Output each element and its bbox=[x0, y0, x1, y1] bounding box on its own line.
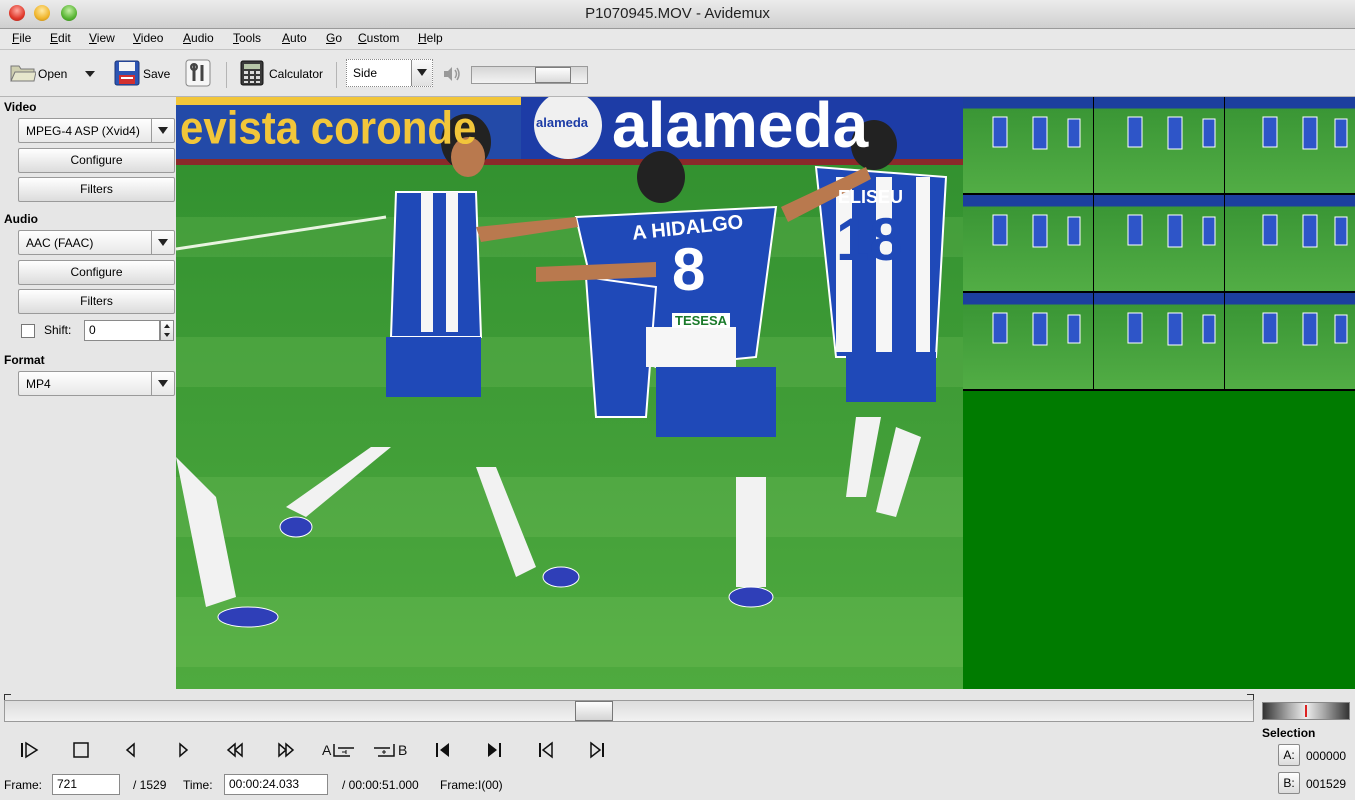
shift-checkbox[interactable] bbox=[21, 324, 35, 338]
audio-section-heading: Audio bbox=[4, 212, 38, 226]
play-filtered-icon[interactable] bbox=[17, 738, 43, 762]
menu-file[interactable]: File bbox=[12, 31, 31, 45]
jersey-8-number: 8 bbox=[672, 236, 706, 303]
volume-speaker-icon bbox=[442, 66, 462, 82]
frame-input[interactable]: 721 bbox=[52, 774, 120, 795]
format-select[interactable]: MP4 bbox=[18, 371, 175, 396]
jog-shuttle-indicator bbox=[1305, 705, 1307, 717]
menu-video[interactable]: Video bbox=[133, 31, 163, 45]
marker-b-label: B bbox=[398, 742, 408, 758]
next-keyframe-icon[interactable] bbox=[273, 738, 299, 762]
open-folder-icon[interactable] bbox=[10, 61, 37, 83]
time-input[interactable]: 00:00:24.033 bbox=[224, 774, 328, 795]
frame-type: Frame:I(00) bbox=[440, 778, 503, 792]
video-frame: evista coronde alameda alameda A HIDALGO… bbox=[176, 97, 963, 689]
set-marker-b-button[interactable]: B bbox=[372, 738, 408, 762]
chevron-down-icon bbox=[151, 119, 174, 142]
toolbar: Open Save Calculator Side bbox=[0, 50, 1355, 97]
menu-help[interactable]: Help bbox=[418, 31, 443, 45]
display-mode-select[interactable]: Side bbox=[346, 59, 433, 87]
go-to-marker-b-icon[interactable] bbox=[481, 738, 507, 762]
chevron-down-icon bbox=[151, 372, 174, 395]
toolbar-separator bbox=[226, 62, 227, 88]
calculator-button[interactable]: Calculator bbox=[269, 67, 323, 81]
shift-spinner[interactable] bbox=[160, 320, 174, 341]
format-value: MP4 bbox=[26, 377, 51, 391]
menu-go[interactable]: Go bbox=[326, 31, 342, 45]
video-frame-image bbox=[176, 97, 963, 689]
go-to-start-icon[interactable] bbox=[533, 738, 559, 762]
format-section-heading: Format bbox=[4, 353, 45, 367]
jog-shuttle[interactable] bbox=[1262, 702, 1350, 720]
time-total: / 00:00:51.000 bbox=[342, 778, 419, 792]
selection-a-button[interactable]: A: bbox=[1278, 744, 1300, 766]
menu-auto[interactable]: Auto bbox=[282, 31, 307, 45]
window-title: P1070945.MOV - Avidemux bbox=[585, 5, 770, 22]
video-filters-button[interactable]: Filters bbox=[18, 177, 175, 202]
audio-filters-button[interactable]: Filters bbox=[18, 289, 175, 314]
title-bar: P1070945.MOV - Avidemux bbox=[0, 0, 1355, 29]
properties-info-icon[interactable] bbox=[185, 59, 211, 87]
next-frame-icon[interactable] bbox=[170, 738, 196, 762]
audio-codec-select[interactable]: AAC (FAAC) bbox=[18, 230, 175, 255]
banner-logo-text: alameda bbox=[536, 115, 589, 130]
thumbnail-players bbox=[992, 116, 1348, 346]
menu-bar: File Edit View Video Audio Tools Auto Go… bbox=[0, 29, 1355, 50]
go-to-end-icon[interactable] bbox=[584, 738, 610, 762]
video-configure-button[interactable]: Configure bbox=[18, 148, 175, 173]
frame-total: / 1529 bbox=[133, 778, 167, 792]
volume-slider-knob[interactable] bbox=[535, 67, 572, 83]
menu-view[interactable]: View bbox=[89, 31, 115, 45]
sponsor-text: TESESA bbox=[672, 313, 731, 328]
selection-heading: Selection bbox=[1262, 726, 1316, 740]
selection-a-value: 000000 bbox=[1306, 749, 1347, 763]
audio-codec-value: AAC (FAAC) bbox=[26, 236, 94, 250]
chevron-down-icon bbox=[151, 231, 174, 254]
filter-preview-panel bbox=[963, 97, 1355, 689]
audio-configure-button[interactable]: Configure bbox=[18, 260, 175, 285]
banner-main-text: alameda bbox=[612, 97, 869, 161]
stop-icon[interactable] bbox=[68, 738, 94, 762]
selection-b-button[interactable]: B: bbox=[1278, 772, 1300, 794]
jersey-18-number: 18 bbox=[836, 206, 903, 273]
toolbar-separator bbox=[336, 62, 337, 88]
save-button[interactable]: Save bbox=[143, 67, 170, 81]
video-section-heading: Video bbox=[4, 100, 37, 114]
selection-b-value: 001529 bbox=[1306, 777, 1347, 791]
save-disk-icon[interactable] bbox=[114, 60, 140, 86]
sidebar: Video MPEG-4 ASP (Xvid4) Configure Filte… bbox=[0, 97, 176, 689]
open-button[interactable]: Open bbox=[38, 67, 67, 81]
seek-bar-knob[interactable] bbox=[575, 701, 614, 721]
open-dropdown-arrow-icon[interactable] bbox=[84, 68, 96, 78]
previous-frame-icon[interactable] bbox=[118, 738, 144, 762]
set-marker-a-button[interactable]: A bbox=[320, 738, 356, 762]
video-codec-value: MPEG-4 ASP (Xvid4) bbox=[26, 124, 140, 138]
thumbnail-grid bbox=[963, 97, 1355, 391]
banner-left-text: evista coronde bbox=[180, 101, 477, 154]
menu-tools[interactable]: Tools bbox=[233, 31, 261, 45]
go-to-marker-a-icon[interactable] bbox=[430, 738, 456, 762]
menu-audio[interactable]: Audio bbox=[183, 31, 214, 45]
previous-keyframe-icon[interactable] bbox=[222, 738, 248, 762]
shift-input[interactable]: 0 bbox=[84, 320, 160, 341]
menu-custom[interactable]: Custom bbox=[358, 31, 399, 45]
calculator-icon[interactable] bbox=[240, 60, 264, 86]
video-codec-select[interactable]: MPEG-4 ASP (Xvid4) bbox=[18, 118, 175, 143]
seek-bar[interactable] bbox=[4, 700, 1254, 722]
display-mode-value: Side bbox=[353, 66, 378, 80]
shift-label: Shift: bbox=[44, 323, 72, 337]
time-label: Time: bbox=[183, 778, 213, 792]
chevron-down-icon bbox=[411, 60, 432, 86]
menu-edit[interactable]: Edit bbox=[50, 31, 71, 45]
frame-label: Frame: bbox=[4, 778, 43, 792]
